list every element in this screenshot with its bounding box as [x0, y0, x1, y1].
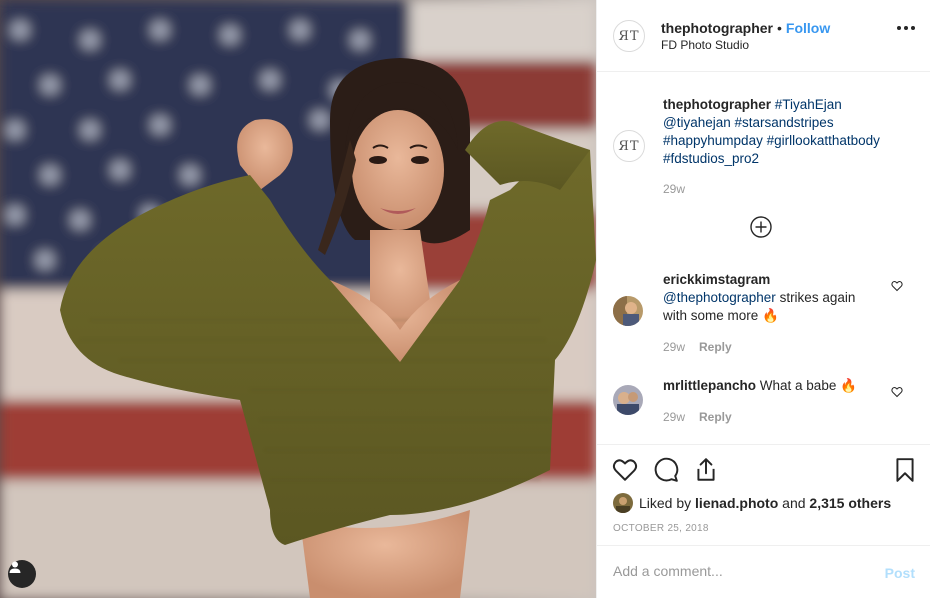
liker-avatar[interactable]: [613, 493, 633, 513]
comment-meta: 29w Reply: [663, 410, 732, 424]
comment-text: erickkimstagram @thephotographer strikes…: [663, 271, 883, 325]
comment-age[interactable]: 29w: [663, 410, 685, 424]
hashtag-link[interactable]: #TiyahEjan: [775, 97, 842, 112]
location-link[interactable]: FD Photo Studio: [661, 38, 749, 52]
reply-button[interactable]: Reply: [699, 410, 732, 424]
bookmark-icon[interactable]: [892, 457, 918, 483]
author-line: thephotographer • Follow: [661, 20, 830, 36]
post-button[interactable]: Post: [885, 565, 915, 581]
commenter-avatar[interactable]: [613, 385, 643, 415]
commenter-username[interactable]: erickkimstagram: [663, 272, 770, 287]
user-tag-icon[interactable]: [8, 560, 36, 588]
comment-icon[interactable]: [653, 457, 679, 483]
post-side-panel: ЯT thephotographer • Follow FD Photo Studi…: [596, 0, 930, 598]
hashtag-link[interactable]: #happyhumpday: [663, 133, 763, 148]
comment-like-heart-icon[interactable]: [891, 386, 903, 398]
separator-dot: •: [777, 20, 782, 36]
caption-avatar[interactable]: ЯT: [613, 130, 645, 162]
post-header: ЯT thephotographer • Follow FD Photo Studi…: [597, 0, 930, 72]
comment-like-heart-icon[interactable]: [891, 280, 903, 292]
author-avatar[interactable]: ЯT: [613, 20, 645, 52]
plus-circle-icon[interactable]: [750, 216, 772, 238]
hashtag-link[interactable]: #fdstudios_pro2: [663, 151, 759, 166]
post-date[interactable]: OCTOBER 25, 2018: [613, 523, 709, 534]
comment-input[interactable]: [613, 563, 863, 579]
commenter-avatar[interactable]: [613, 296, 643, 326]
reply-button[interactable]: Reply: [699, 340, 732, 354]
post-photo[interactable]: [0, 0, 596, 598]
commenter-username[interactable]: mrlittlepancho: [663, 378, 756, 393]
photo-illustration: [0, 0, 596, 598]
comments-section[interactable]: ЯT thephotographer #TiyahEjan @tiyahejan…: [597, 72, 930, 444]
likes-joiner: and: [782, 495, 806, 511]
comment-meta: 29w Reply: [663, 340, 732, 354]
likes-others-link[interactable]: 2,315 others: [809, 495, 891, 511]
post-actions: Liked by lienad.photo and 2,315 others O…: [597, 444, 930, 545]
comment-text: mrlittlepancho What a babe 🔥: [663, 377, 883, 395]
hashtag-link[interactable]: #girllookatthatbody: [767, 133, 880, 148]
mention-link[interactable]: @tiyahejan: [663, 115, 731, 130]
liker-username[interactable]: lienad.photo: [695, 495, 778, 511]
share-icon[interactable]: [693, 457, 719, 483]
caption-text: thephotographer #TiyahEjan @tiyahejan #s…: [663, 96, 913, 168]
likes-line: Liked by lienad.photo and 2,315 others: [613, 493, 891, 513]
comment-age[interactable]: 29w: [663, 340, 685, 354]
add-comment-bar: Post: [597, 545, 930, 599]
author-username[interactable]: thephotographer: [661, 20, 773, 36]
comment-body: What a babe 🔥: [759, 378, 857, 393]
hashtag-link[interactable]: #starsandstripes: [735, 115, 834, 130]
caption-username[interactable]: thephotographer: [663, 97, 771, 112]
mention-link[interactable]: @thephotographer: [663, 290, 776, 305]
follow-button[interactable]: Follow: [786, 20, 830, 36]
likes-prefix: Liked by: [639, 495, 692, 511]
caption-age[interactable]: 29w: [663, 182, 685, 196]
ellipsis-icon[interactable]: [897, 26, 915, 30]
heart-icon[interactable]: [612, 457, 638, 483]
